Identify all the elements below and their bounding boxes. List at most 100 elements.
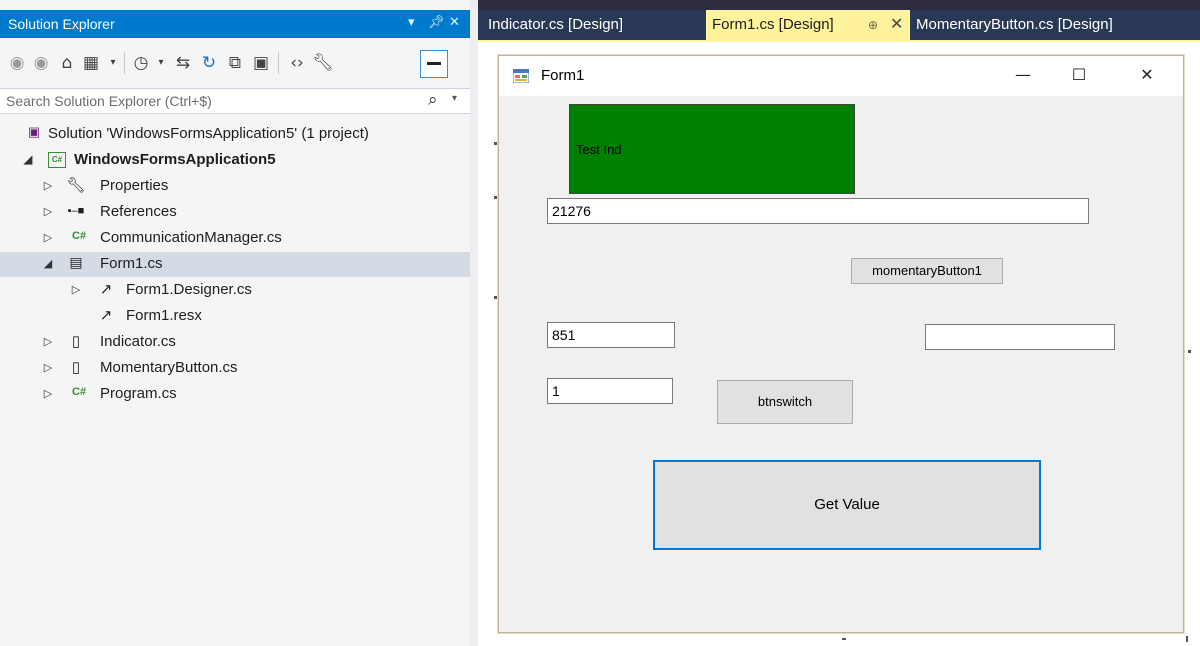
references-icon: ▪–■	[67, 205, 85, 217]
collapsed-arrow-icon[interactable]: ▷	[70, 283, 82, 296]
tab-label: Indicator.cs [Design]	[488, 16, 624, 33]
pending-changes-filter-icon[interactable]: ◷	[130, 52, 152, 74]
search-icon[interactable]: ⌕	[428, 90, 438, 110]
tab-form1-design[interactable]: Form1.cs [Design] ⊕ ✕	[706, 10, 910, 40]
collapse-all-icon[interactable]: ⧉	[224, 52, 246, 74]
form-icon: ▤	[69, 254, 83, 270]
form1-titlebar[interactable]: Form1 — ☐ ✕	[499, 56, 1183, 96]
designer-mark	[842, 638, 846, 640]
tree-node-label: Program.cs	[100, 385, 177, 402]
view-code-icon[interactable]: ‹›	[286, 52, 308, 74]
forward-icon[interactable]: ◉	[30, 52, 52, 74]
tree-node-label: Indicator.cs	[100, 333, 176, 350]
form-title: Form1	[541, 67, 585, 84]
csharp-file-icon: C#	[72, 386, 87, 398]
toolbar-separator	[124, 52, 125, 74]
tree-node-references[interactable]: ▷ ▪–■ References	[0, 200, 470, 225]
solution-explorer-search: ⌕ ▾	[0, 88, 470, 114]
btnswitch-button[interactable]: btnswitch	[717, 380, 853, 424]
collapsed-arrow-icon[interactable]: ▷	[42, 361, 54, 374]
properties-wrench-icon[interactable]: 🔧︎	[312, 52, 334, 74]
tree-node-label: WindowsFormsApplication5	[74, 151, 276, 168]
designer-mark	[494, 196, 497, 199]
tree-node-label: Properties	[100, 177, 169, 194]
tab-label: MomentaryButton.cs [Design]	[916, 16, 1113, 33]
tab-momentarybutton-design[interactable]: MomentaryButton.cs [Design]	[912, 10, 1152, 40]
switch-views-dropdown-icon[interactable]: ▾	[102, 52, 124, 74]
tree-node-label: CommunicationManager.cs	[100, 229, 282, 246]
test-indicator[interactable]: Test Ind	[569, 104, 855, 194]
resx-file-icon: ↗	[99, 307, 113, 324]
momentary-button[interactable]: momentaryButton1	[851, 258, 1003, 284]
tree-node-project[interactable]: ◢ C# WindowsFormsApplication5	[0, 148, 470, 173]
tree-node-solution[interactable]: ▣ Solution 'WindowsFormsApplication5' (1…	[0, 122, 470, 147]
component-file-icon: ▯	[71, 333, 81, 350]
filter-dropdown-icon[interactable]: ▾	[150, 52, 172, 74]
collapsed-arrow-icon[interactable]: ▷	[42, 179, 54, 192]
tree-node-form1-designer[interactable]: ▷ ↗ Form1.Designer.cs	[0, 278, 470, 303]
tree-node-label: Solution 'WindowsFormsApplication5' (1 p…	[48, 125, 369, 142]
component-file-icon: ▯	[71, 359, 81, 376]
close-panel-icon[interactable]: ✕	[449, 15, 460, 30]
expanded-arrow-icon[interactable]: ◢	[22, 153, 34, 166]
tab-indicator-design[interactable]: Indicator.cs [Design]	[482, 10, 692, 40]
collapsed-arrow-icon[interactable]: ▷	[42, 205, 54, 218]
wrench-icon: 🔧︎	[66, 177, 86, 194]
expanded-arrow-icon[interactable]: ◢	[42, 257, 54, 270]
tree-node-properties[interactable]: ▷ 🔧︎ Properties	[0, 174, 470, 199]
tree-node-label: MomentaryButton.cs	[100, 359, 238, 376]
maximize-button[interactable]: ☐	[1059, 62, 1099, 88]
tree-node-form1-resx[interactable]: ↗ Form1.resx	[0, 304, 470, 329]
tree-node-label: Form1.Designer.cs	[126, 281, 252, 298]
back-icon[interactable]: ◉	[6, 52, 28, 74]
preview-selected-items-icon[interactable]	[420, 50, 448, 78]
tab-label: Form1.cs [Design]	[712, 16, 834, 33]
solution-explorer-panel: Solution Explorer ▾ 📌︎ ✕ ◉ ◉ ⌂ ▦ ▾ ◷ ▾ ⇆…	[0, 0, 470, 646]
sync-with-active-document-icon[interactable]: ⇆	[172, 52, 194, 74]
search-input[interactable]	[6, 91, 426, 111]
designer-mark	[494, 142, 497, 145]
collapsed-arrow-icon[interactable]: ▷	[42, 387, 54, 400]
toolbar-separator	[278, 52, 279, 74]
window-position-dropdown-icon[interactable]: ▾	[408, 15, 415, 30]
search-options-dropdown-icon[interactable]: ▾	[452, 93, 457, 104]
left-textbox[interactable]	[547, 322, 675, 348]
solution-explorer-header: Solution Explorer ▾ 📌︎ ✕	[0, 10, 470, 38]
designer-file-icon: ↗	[99, 281, 113, 298]
indicator-label: Test Ind	[576, 142, 622, 157]
csharp-project-icon: C#	[48, 152, 66, 168]
form1-window[interactable]: Form1 — ☐ ✕ Test Ind momentaryButton1 bt…	[498, 55, 1184, 633]
tree-node-indicator[interactable]: ▷ ▯ Indicator.cs	[0, 330, 470, 355]
tree-node-label: References	[100, 203, 177, 220]
switch-views-icon[interactable]: ▦	[80, 52, 102, 74]
tree-node-label: Form1.cs	[100, 255, 163, 272]
close-button[interactable]: ✕	[1127, 62, 1167, 88]
panel-splitter[interactable]	[470, 0, 478, 646]
collapsed-arrow-icon[interactable]: ▷	[42, 231, 54, 244]
csharp-file-icon: C#	[72, 230, 87, 242]
refresh-icon[interactable]: ↻	[198, 52, 220, 74]
get-value-button[interactable]: Get Value	[653, 460, 1041, 550]
minimize-button[interactable]: —	[1003, 62, 1043, 88]
tree-node-form1[interactable]: ◢ ▤ Form1.cs	[0, 252, 470, 277]
designer-mark	[1188, 350, 1191, 353]
solution-explorer-title: Solution Explorer	[8, 16, 115, 32]
solution-explorer-toolbar: ◉ ◉ ⌂ ▦ ▾ ◷ ▾ ⇆ ↻ ⧉ ▣ ‹› 🔧︎	[0, 38, 470, 88]
tab-pin-icon[interactable]: ⊕	[868, 10, 878, 40]
solution-icon: ▣	[27, 124, 41, 139]
home-icon[interactable]: ⌂	[56, 52, 78, 74]
tree-node-label: Form1.resx	[126, 307, 202, 324]
small-textbox[interactable]	[547, 378, 673, 404]
right-textbox[interactable]	[925, 324, 1115, 350]
collapsed-arrow-icon[interactable]: ▷	[42, 335, 54, 348]
form-window-icon	[513, 69, 529, 83]
top-textbox[interactable]	[547, 198, 1089, 224]
auto-hide-pin-icon[interactable]: 📌︎	[428, 15, 445, 30]
tab-close-icon[interactable]: ✕	[890, 10, 903, 40]
designer-mark	[494, 296, 497, 299]
tree-node-momentarybutton[interactable]: ▷ ▯ MomentaryButton.cs	[0, 356, 470, 381]
tree-node-communicationmanager[interactable]: ▷ C# CommunicationManager.cs	[0, 226, 470, 251]
tree-node-program[interactable]: ▷ C# Program.cs	[0, 382, 470, 407]
designer-mark	[1186, 636, 1188, 642]
show-all-files-icon[interactable]: ▣	[250, 52, 272, 74]
